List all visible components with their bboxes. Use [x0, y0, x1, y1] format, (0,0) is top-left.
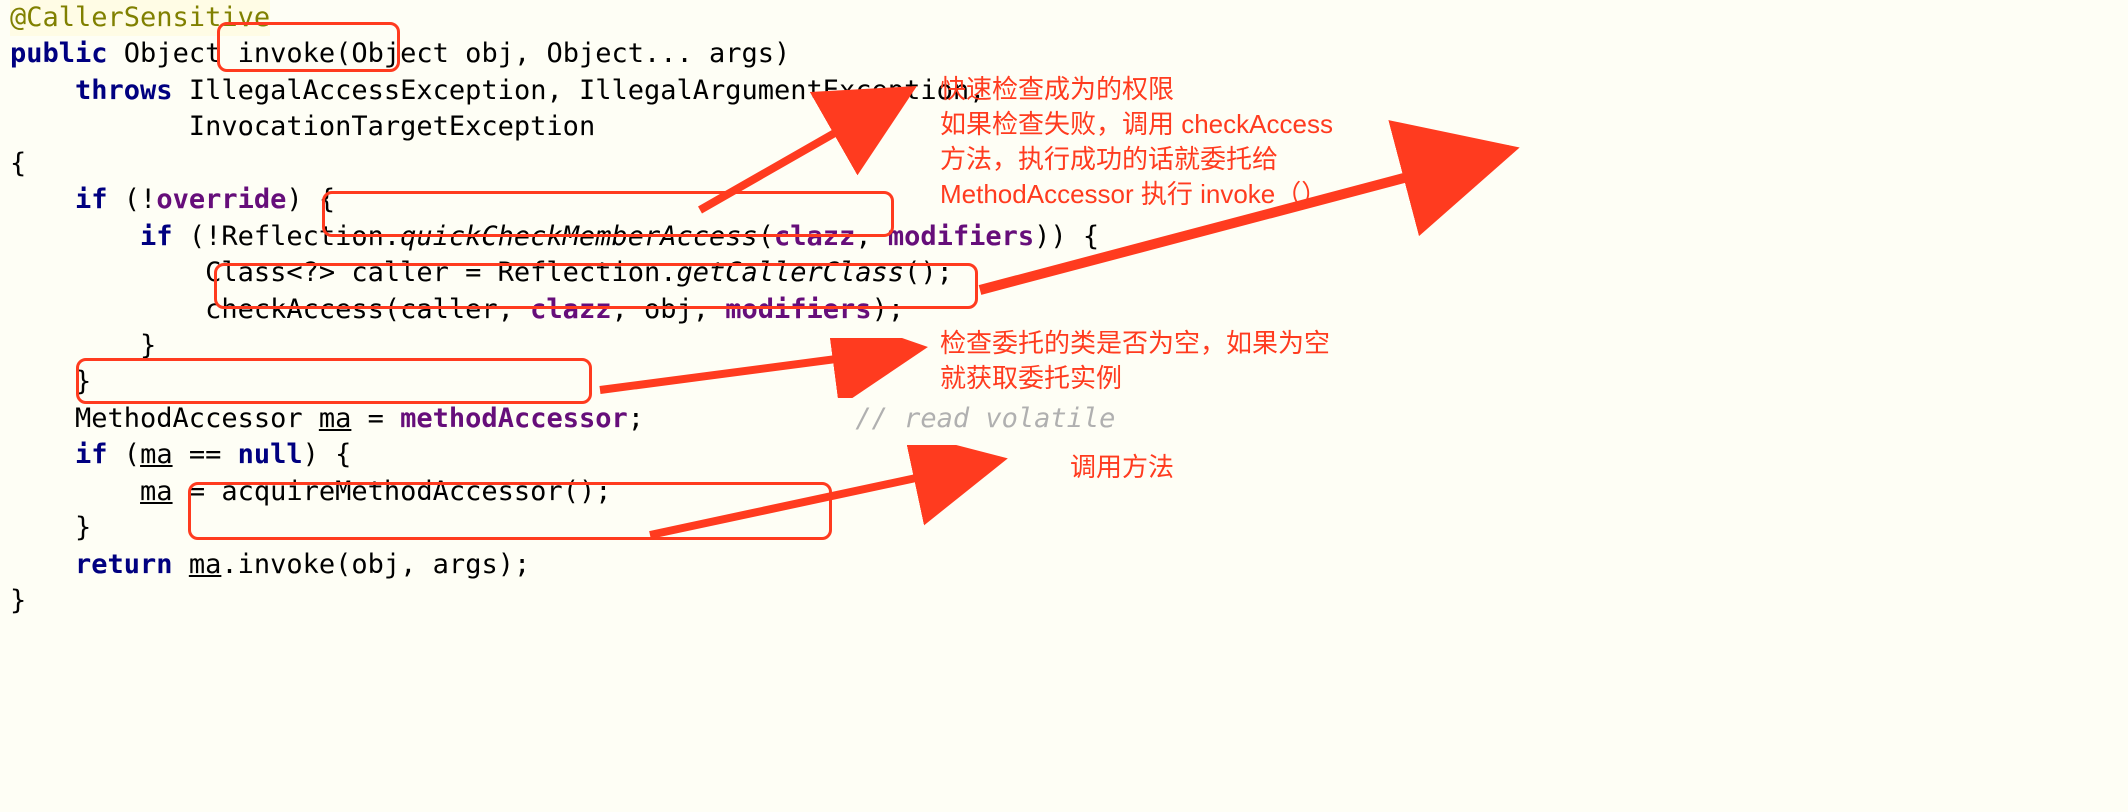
- kw-null: null: [238, 439, 303, 470]
- text: (!: [108, 184, 157, 215]
- var-ma: ma: [189, 549, 222, 580]
- text: =: [351, 403, 400, 434]
- note-1: 快速检查成为的权限 如果检查失败，调用 checkAccess 方法，执行成功的…: [940, 72, 1333, 212]
- note-2: 检查委托的类是否为空，如果为空 就获取委托实例: [940, 326, 1330, 396]
- text: {: [10, 148, 26, 179]
- kw-throws: throws: [75, 75, 173, 106]
- field-override: override: [156, 184, 286, 215]
- text: (Object obj, Object... args): [335, 38, 790, 69]
- note-3: 调用方法: [1070, 450, 1174, 485]
- highlight-box-checkaccess: [214, 263, 978, 309]
- text: (: [108, 439, 141, 470]
- var-ma: ma: [319, 403, 352, 434]
- text: ;: [628, 403, 644, 434]
- kw-if: if: [75, 439, 108, 470]
- text: InvocationTargetException: [10, 111, 595, 142]
- comment-read-volatile: // read volatile: [855, 403, 1115, 434]
- highlight-box-quickcheck: [322, 191, 894, 237]
- var-ma: ma: [140, 439, 173, 470]
- kw-return: return: [75, 549, 173, 580]
- field-methodaccessor: methodAccessor: [400, 403, 628, 434]
- var-ma: ma: [140, 476, 173, 507]
- text: IllegalAccessException, IllegalArgumentE…: [173, 75, 986, 106]
- text: .invoke(obj, args);: [221, 549, 530, 580]
- highlight-box-methodaccessor: [76, 358, 592, 404]
- text: )) {: [1034, 221, 1099, 252]
- field-modifiers: modifiers: [888, 221, 1034, 252]
- kw-public: public: [10, 38, 108, 69]
- text: }: [10, 330, 156, 361]
- text: ) {: [303, 439, 352, 470]
- highlight-box-return: [188, 482, 832, 540]
- text: }: [10, 512, 91, 543]
- text: MethodAccessor: [10, 403, 319, 434]
- text: [173, 549, 189, 580]
- kw-if: if: [75, 184, 108, 215]
- text: ==: [173, 439, 238, 470]
- highlight-box-invoke: [217, 22, 400, 72]
- text: }: [10, 585, 26, 616]
- kw-if: if: [140, 221, 173, 252]
